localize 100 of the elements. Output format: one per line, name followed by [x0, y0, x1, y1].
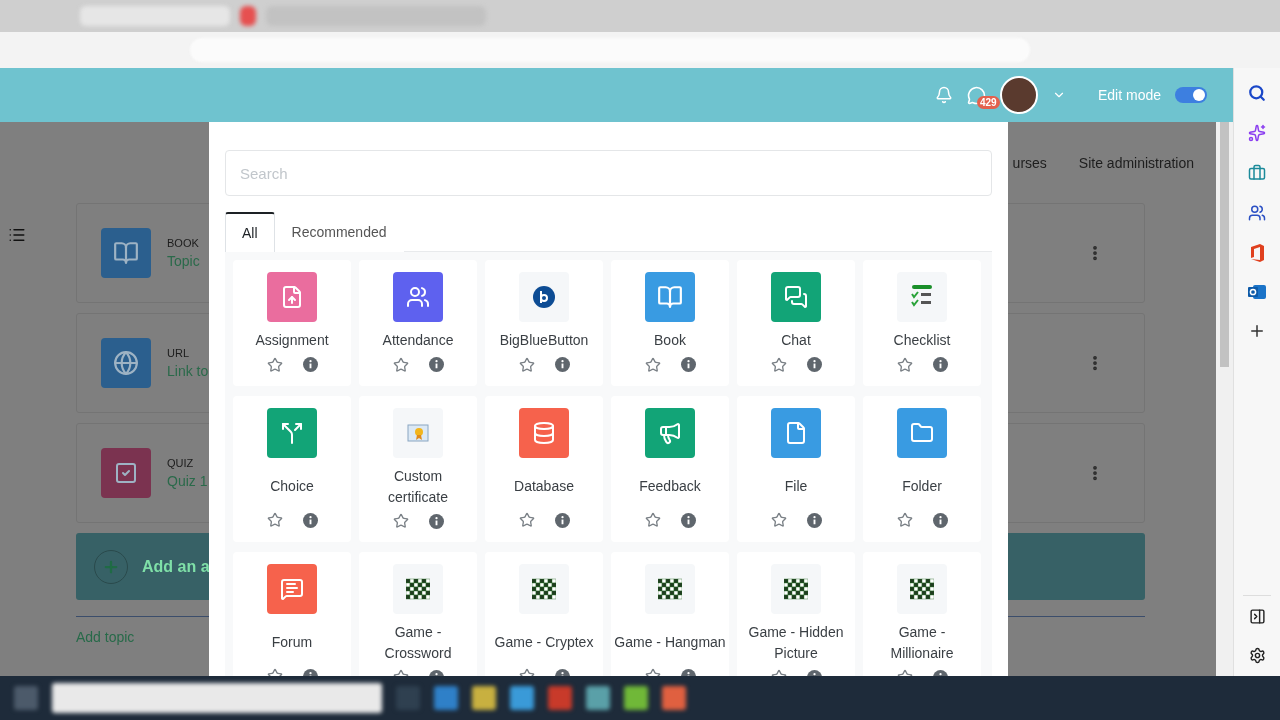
edit-mode-toggle[interactable] — [1175, 87, 1207, 103]
taskbar-app-icon[interactable] — [586, 686, 610, 710]
office-icon[interactable] — [1249, 244, 1265, 262]
database-icon — [519, 408, 569, 458]
info-icon[interactable] — [680, 512, 696, 528]
star-icon[interactable] — [644, 356, 661, 373]
activity-name: Custom certificate — [387, 467, 449, 507]
info-icon[interactable] — [806, 357, 822, 372]
info-icon[interactable] — [428, 357, 444, 372]
people-icon[interactable] — [1248, 204, 1266, 222]
taskbar-app-icon[interactable] — [472, 686, 496, 710]
activity-option[interactable]: File — [737, 396, 855, 542]
messages-badge: 429 — [976, 95, 1000, 109]
info-icon[interactable] — [302, 357, 318, 372]
activity-option[interactable]: Attendance — [359, 260, 477, 386]
forum-icon — [267, 564, 317, 614]
info-icon[interactable] — [680, 357, 696, 372]
activity-option[interactable]: Book — [611, 260, 729, 386]
assignment-icon — [267, 272, 317, 322]
info-icon[interactable] — [932, 357, 948, 372]
taskbar-app-icon[interactable] — [548, 686, 572, 710]
activity-name: Folder — [902, 476, 942, 496]
activity-name: Choice — [270, 476, 314, 496]
taskbar-app-icon[interactable] — [510, 686, 534, 710]
info-icon[interactable] — [554, 512, 570, 528]
taskbar-app-icon[interactable] — [662, 686, 686, 710]
star-icon[interactable] — [896, 356, 913, 373]
chat-icon — [771, 272, 821, 322]
activity-option[interactable]: Game - Crossword — [359, 552, 477, 676]
info-icon[interactable] — [806, 512, 822, 528]
sparkle-icon[interactable] — [1248, 124, 1266, 142]
activity-option[interactable]: Game - Cryptex — [485, 552, 603, 676]
activity-name: Forum — [271, 632, 313, 652]
sidebar-icon[interactable] — [1248, 608, 1266, 625]
search-icon[interactable] — [1248, 84, 1266, 102]
activity-name: Game - Hangman — [614, 632, 726, 652]
info-icon[interactable] — [302, 512, 318, 528]
star-icon[interactable] — [518, 356, 535, 373]
activity-type: BOOK — [167, 237, 199, 249]
taskbar-search[interactable] — [52, 683, 382, 713]
star-icon[interactable] — [644, 512, 661, 528]
activity-option[interactable]: Forum — [233, 552, 351, 676]
bigbluebutton-icon — [519, 272, 569, 322]
star-icon[interactable] — [392, 513, 409, 529]
plus-icon[interactable] — [1248, 322, 1266, 340]
star-icon[interactable] — [266, 356, 283, 373]
bell-icon[interactable] — [934, 86, 953, 104]
activity-name: Checklist — [893, 331, 951, 350]
activity-option[interactable]: Checklist — [863, 260, 981, 386]
scrollbar[interactable] — [1216, 122, 1233, 676]
folder-icon — [897, 408, 947, 458]
activity-option[interactable]: Game - Hidden Picture — [737, 552, 855, 676]
activity-option[interactable]: Custom certificate — [359, 396, 477, 542]
activity-option[interactable]: Game - Millionaire — [863, 552, 981, 676]
nav-link[interactable]: urses — [1012, 154, 1047, 171]
nav-link[interactable]: Site administration — [1078, 154, 1194, 171]
activity-option[interactable]: Choice — [233, 396, 351, 542]
game-icon — [393, 564, 443, 614]
game-icon — [897, 564, 947, 614]
book-icon — [645, 272, 695, 322]
edit-mode-label: Edit mode — [1097, 87, 1161, 103]
attendance-icon — [393, 272, 443, 322]
briefcase-icon[interactable] — [1248, 164, 1266, 182]
star-icon[interactable] — [896, 512, 913, 528]
activity-name: Database — [514, 476, 574, 496]
activity-option[interactable]: Chat — [737, 260, 855, 386]
activity-option[interactable]: BigBlueButton — [485, 260, 603, 386]
star-icon[interactable] — [518, 512, 535, 528]
taskbar-app-icon[interactable] — [434, 686, 458, 710]
taskbar-app-icon[interactable] — [624, 686, 648, 710]
activity-name: Book — [654, 331, 686, 350]
book-icon — [101, 228, 151, 278]
info-icon[interactable] — [428, 513, 444, 529]
url-icon — [101, 338, 151, 388]
activity-name: Attendance — [382, 331, 454, 350]
settings-icon[interactable] — [1248, 647, 1266, 664]
activity-option[interactable]: Game - Hangman — [611, 552, 729, 676]
game-icon — [771, 564, 821, 614]
activity-option[interactable]: Feedback — [611, 396, 729, 542]
mail-icon[interactable] — [1248, 284, 1266, 300]
user-avatar[interactable] — [999, 76, 1038, 114]
info-icon[interactable] — [932, 512, 948, 528]
star-icon[interactable] — [770, 356, 787, 373]
activity-name: Game - Millionaire — [889, 623, 955, 663]
activity-option[interactable]: Assignment — [233, 260, 351, 386]
activity-option[interactable]: Database — [485, 396, 603, 542]
checklist-icon — [897, 272, 947, 322]
search-field[interactable]: Search — [225, 150, 992, 196]
activity-name: Chat — [781, 331, 811, 350]
choice-icon — [267, 408, 317, 458]
start-button[interactable] — [14, 686, 38, 710]
info-icon[interactable] — [554, 357, 570, 372]
star-icon[interactable] — [266, 512, 283, 528]
tab-favicon — [240, 6, 256, 26]
star-icon[interactable] — [770, 512, 787, 528]
activity-type: QUIZ — [167, 457, 194, 469]
activity-option[interactable]: Folder — [863, 396, 981, 542]
activity-name: Assignment — [255, 331, 329, 350]
tab[interactable]: All — [225, 212, 275, 252]
star-icon[interactable] — [392, 356, 409, 373]
